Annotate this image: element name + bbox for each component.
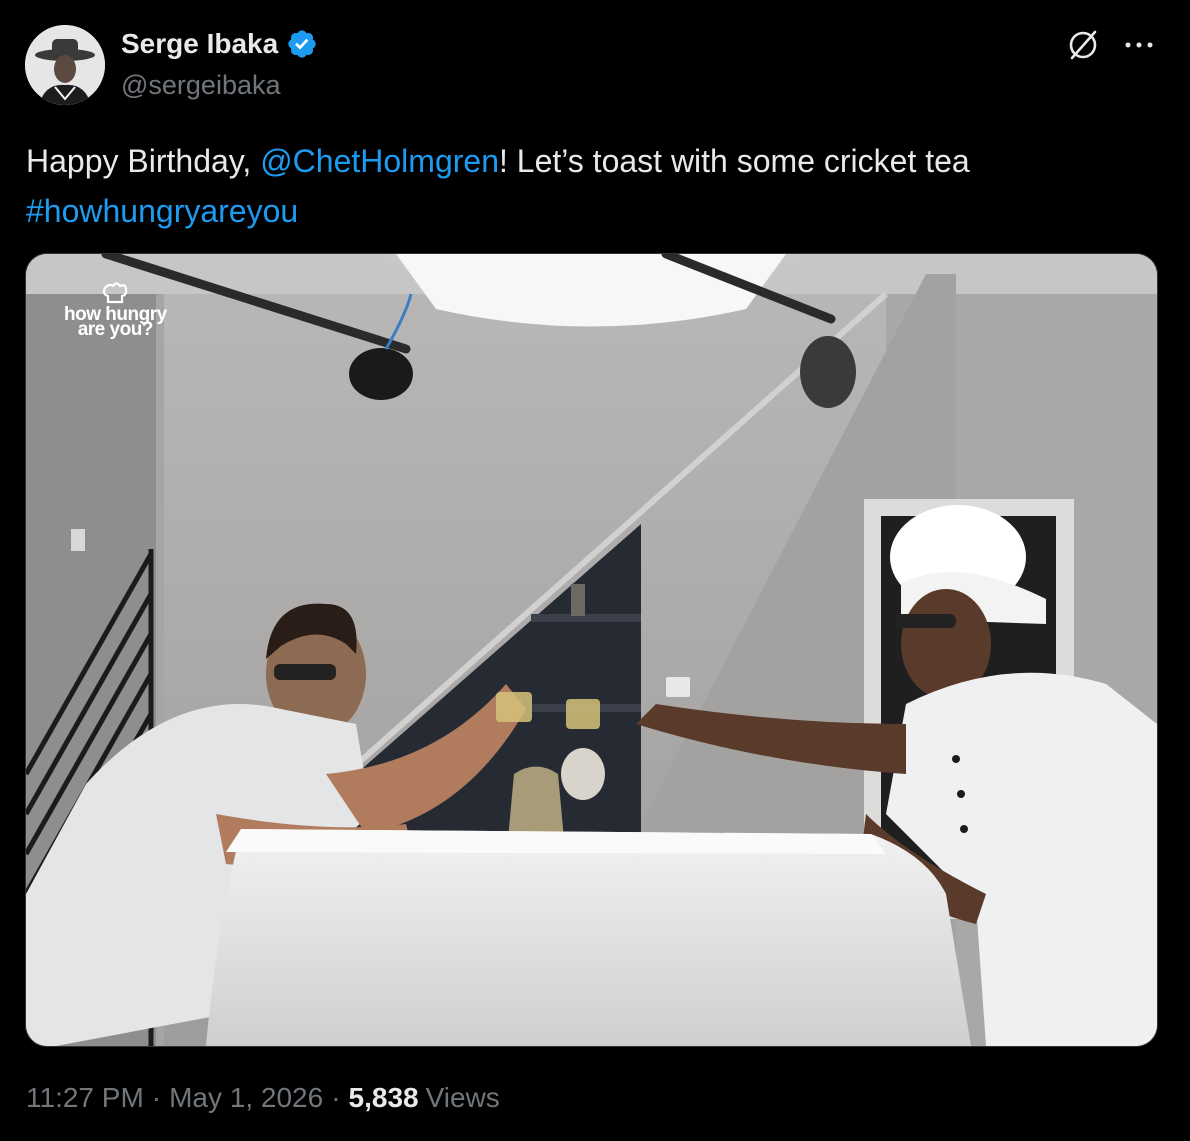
hashtag-link[interactable]: #howhungryareyou <box>26 193 298 229</box>
more-options-icon[interactable] <box>1122 33 1156 57</box>
verified-badge-icon <box>286 28 318 60</box>
meta-separator: · <box>331 1082 341 1113</box>
tweet-text: Happy Birthday, @ChetHolmgren! Let’s toa… <box>26 136 1156 236</box>
how-hungry-watermark: how hungry are you? <box>64 282 167 340</box>
author-name-row[interactable]: Serge Ibaka <box>121 28 318 60</box>
tweet-meta: 11:27 PM · May 1, 2026 · 5,838 Views <box>26 1082 500 1114</box>
tweet-date[interactable]: May 1, 2026 <box>169 1082 323 1114</box>
views-label: Views <box>425 1082 500 1113</box>
views-count[interactable]: 5,838 <box>349 1082 419 1114</box>
tweet-text-end: ! Let’s toast with some cricket tea <box>498 143 970 179</box>
chef-hat-icon <box>103 282 128 304</box>
author-display-name[interactable]: Serge Ibaka <box>121 28 278 60</box>
meta-separator: · <box>151 1082 162 1113</box>
author-handle[interactable]: @sergeibaka <box>121 70 281 101</box>
photo-scene <box>26 254 1157 1046</box>
tweet-time[interactable]: 11:27 PM <box>26 1082 144 1114</box>
tweet: Serge Ibaka @sergeibaka Happy Birthday, … <box>0 0 1190 1141</box>
watermark-line-2: are you? <box>77 319 154 340</box>
mention-link[interactable]: @ChetHolmgren <box>260 143 499 179</box>
avatar[interactable] <box>25 25 105 105</box>
avatar-photo <box>25 25 105 105</box>
tweet-media-photo[interactable]: how hungry are you? <box>25 253 1158 1047</box>
tweet-text-start: Happy Birthday, <box>26 143 261 179</box>
grok-icon[interactable] <box>1066 28 1100 62</box>
